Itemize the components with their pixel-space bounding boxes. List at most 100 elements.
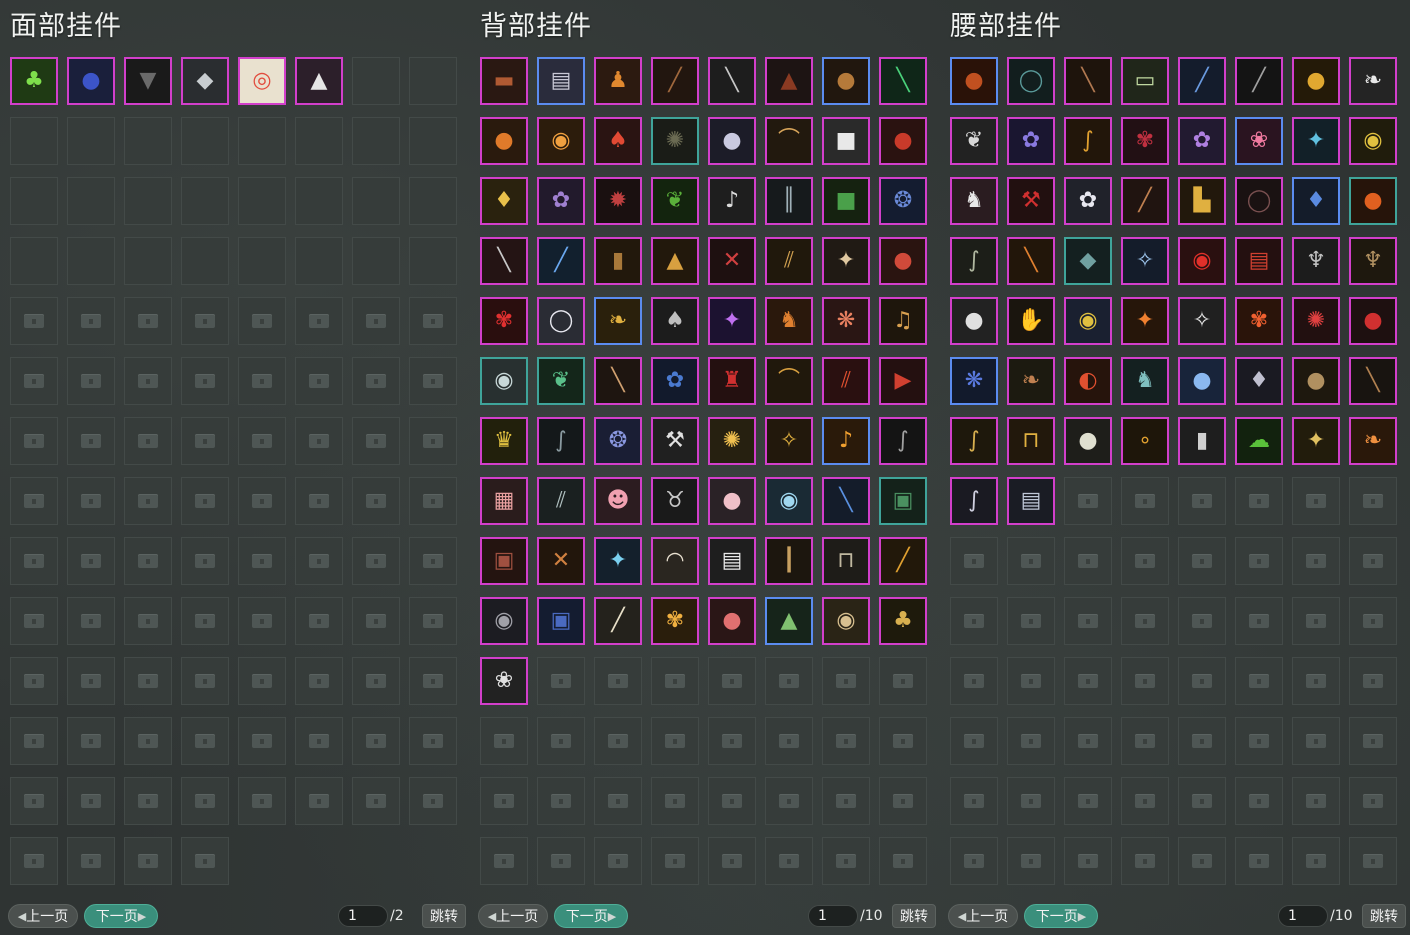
- item-slot[interactable]: ✺: [1292, 297, 1340, 345]
- empty-slot[interactable]: [295, 237, 343, 285]
- item-slot[interactable]: ❦: [950, 117, 998, 165]
- empty-slot[interactable]: [409, 57, 457, 105]
- item-slot[interactable]: ✿: [1178, 117, 1226, 165]
- item-slot[interactable]: ◯: [1007, 57, 1055, 105]
- item-slot[interactable]: ♪: [708, 177, 756, 225]
- item-slot[interactable]: ✹: [594, 177, 642, 225]
- item-slot[interactable]: ∫: [950, 477, 998, 525]
- item-slot[interactable]: ●: [67, 57, 115, 105]
- item-slot[interactable]: ◯: [1235, 177, 1283, 225]
- item-slot[interactable]: ▣: [879, 477, 927, 525]
- item-slot[interactable]: ╱: [594, 597, 642, 645]
- item-slot[interactable]: ▤: [1007, 477, 1055, 525]
- jump-button[interactable]: 跳转: [892, 904, 936, 928]
- item-slot[interactable]: ◉: [480, 597, 528, 645]
- item-slot[interactable]: ❧: [1349, 417, 1397, 465]
- item-slot[interactable]: ♛: [480, 417, 528, 465]
- item-slot[interactable]: ◉: [765, 477, 813, 525]
- item-slot[interactable]: ╱: [1121, 177, 1169, 225]
- item-slot[interactable]: ╲: [1007, 237, 1055, 285]
- item-slot[interactable]: ✺: [651, 117, 699, 165]
- item-slot[interactable]: ▣: [480, 537, 528, 585]
- item-slot[interactable]: ╲: [879, 57, 927, 105]
- item-slot[interactable]: ♠: [651, 297, 699, 345]
- item-slot[interactable]: ●: [1064, 417, 1112, 465]
- empty-slot[interactable]: [409, 237, 457, 285]
- empty-slot[interactable]: [67, 237, 115, 285]
- item-slot[interactable]: ◆: [1064, 237, 1112, 285]
- item-slot[interactable]: ◉: [1064, 297, 1112, 345]
- item-slot[interactable]: ╱: [651, 57, 699, 105]
- item-slot[interactable]: ✦: [1292, 117, 1340, 165]
- item-slot[interactable]: ╱: [537, 237, 585, 285]
- item-slot[interactable]: ♦: [1292, 177, 1340, 225]
- item-slot[interactable]: ♜: [708, 357, 756, 405]
- item-slot[interactable]: ✿: [1007, 117, 1055, 165]
- empty-slot[interactable]: [352, 237, 400, 285]
- item-slot[interactable]: ♦: [480, 177, 528, 225]
- item-slot[interactable]: ●: [950, 297, 998, 345]
- item-slot[interactable]: ❦: [537, 357, 585, 405]
- item-slot[interactable]: ✦: [1121, 297, 1169, 345]
- item-slot[interactable]: ∫: [950, 417, 998, 465]
- item-slot[interactable]: ◯: [537, 297, 585, 345]
- item-slot[interactable]: ✿: [1064, 177, 1112, 225]
- item-slot[interactable]: ╱: [879, 537, 927, 585]
- item-slot[interactable]: ⚒: [651, 417, 699, 465]
- item-slot[interactable]: ❦: [651, 177, 699, 225]
- next-page-button[interactable]: 下一页 ▶: [1024, 904, 1098, 928]
- item-slot[interactable]: ✾: [1121, 117, 1169, 165]
- item-slot[interactable]: ❂: [594, 417, 642, 465]
- item-slot[interactable]: ◠: [651, 537, 699, 585]
- item-slot[interactable]: ◉: [822, 597, 870, 645]
- item-slot[interactable]: ⫽: [765, 237, 813, 285]
- item-slot[interactable]: ✾: [1235, 297, 1283, 345]
- item-slot[interactable]: ♣: [10, 57, 58, 105]
- item-slot[interactable]: ●: [879, 117, 927, 165]
- item-slot[interactable]: ♟: [594, 57, 642, 105]
- item-slot[interactable]: ✧: [1178, 297, 1226, 345]
- item-slot[interactable]: ❧: [1349, 57, 1397, 105]
- item-slot[interactable]: ♞: [765, 297, 813, 345]
- item-slot[interactable]: ✋: [1007, 297, 1055, 345]
- empty-slot[interactable]: [352, 117, 400, 165]
- item-slot[interactable]: ❋: [822, 297, 870, 345]
- empty-slot[interactable]: [124, 177, 172, 225]
- item-slot[interactable]: ╲: [822, 477, 870, 525]
- item-slot[interactable]: ✿: [537, 177, 585, 225]
- empty-slot[interactable]: [295, 177, 343, 225]
- item-slot[interactable]: ✧: [765, 417, 813, 465]
- item-slot[interactable]: ♫: [879, 297, 927, 345]
- next-page-button[interactable]: 下一页 ▶: [554, 904, 628, 928]
- item-slot[interactable]: ❧: [1007, 357, 1055, 405]
- prev-page-button[interactable]: ◀ 上一页: [478, 904, 548, 928]
- item-slot[interactable]: ✦: [822, 237, 870, 285]
- item-slot[interactable]: ❀: [1235, 117, 1283, 165]
- item-slot[interactable]: ☻: [594, 477, 642, 525]
- item-slot[interactable]: ✦: [708, 297, 756, 345]
- item-slot[interactable]: ✾: [651, 597, 699, 645]
- empty-slot[interactable]: [352, 57, 400, 105]
- item-slot[interactable]: ◐: [1064, 357, 1112, 405]
- item-slot[interactable]: ▲: [765, 597, 813, 645]
- jump-button[interactable]: 跳转: [1362, 904, 1406, 928]
- item-slot[interactable]: ▣: [537, 597, 585, 645]
- empty-slot[interactable]: [295, 117, 343, 165]
- empty-slot[interactable]: [67, 117, 115, 165]
- item-slot[interactable]: ✕: [708, 237, 756, 285]
- item-slot[interactable]: ⊓: [822, 537, 870, 585]
- item-slot[interactable]: ✿: [651, 357, 699, 405]
- item-slot[interactable]: ∫: [1064, 117, 1112, 165]
- item-slot[interactable]: ╲: [594, 357, 642, 405]
- item-slot[interactable]: ●: [1292, 57, 1340, 105]
- prev-page-button[interactable]: ◀ 上一页: [8, 904, 78, 928]
- item-slot[interactable]: ▼: [124, 57, 172, 105]
- item-slot[interactable]: ●: [1349, 297, 1397, 345]
- empty-slot[interactable]: [181, 117, 229, 165]
- item-slot[interactable]: ▲: [295, 57, 343, 105]
- item-slot[interactable]: ●: [480, 117, 528, 165]
- item-slot[interactable]: ▲: [651, 237, 699, 285]
- empty-slot[interactable]: [124, 117, 172, 165]
- item-slot[interactable]: ◉: [1349, 117, 1397, 165]
- empty-slot[interactable]: [10, 117, 58, 165]
